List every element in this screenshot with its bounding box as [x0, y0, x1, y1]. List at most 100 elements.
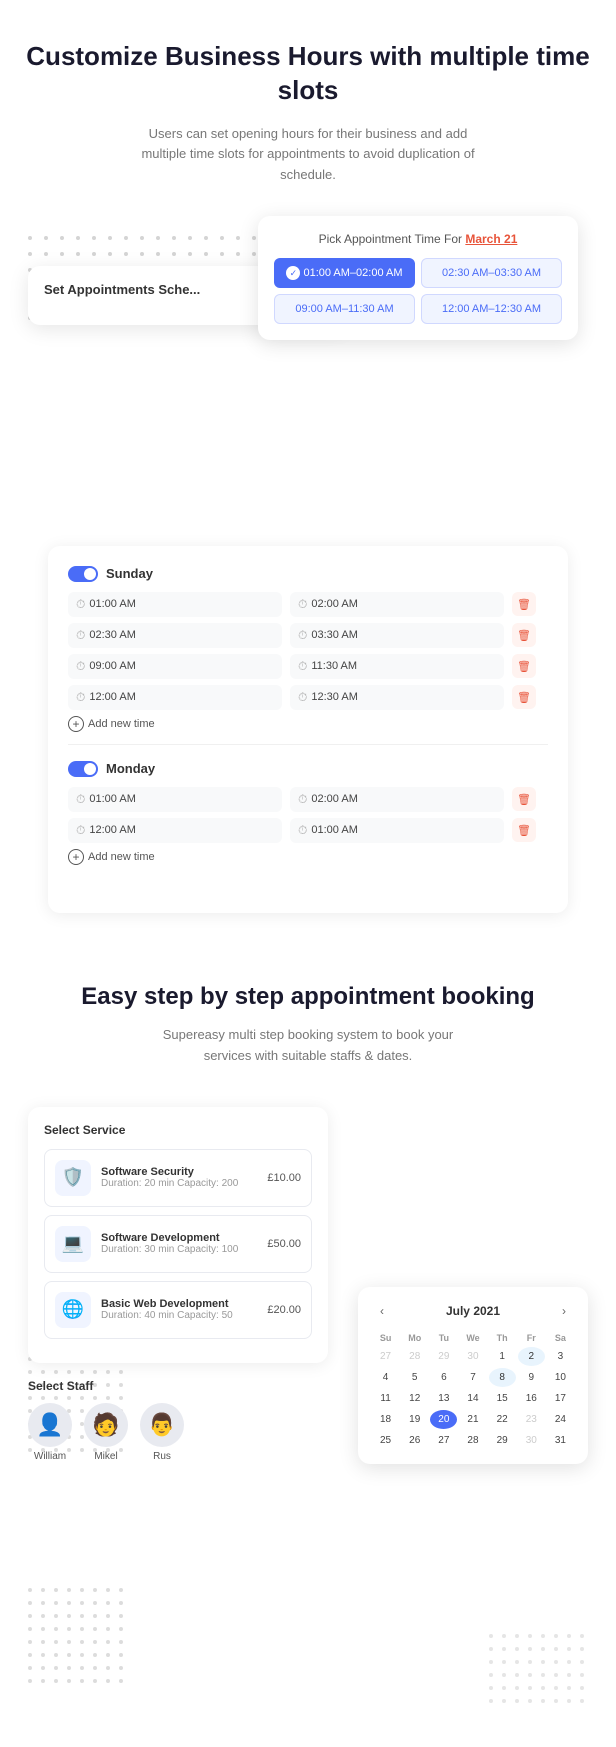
- dots-decoration-bottom: [28, 1588, 127, 1687]
- cal-day[interactable]: 2: [518, 1347, 545, 1366]
- sunday-delete-2[interactable]: 🗑: [512, 623, 536, 647]
- service-name-web: Basic Web Development: [101, 1298, 257, 1310]
- cal-day[interactable]: 28: [459, 1431, 486, 1450]
- cal-day[interactable]: 17: [547, 1389, 574, 1408]
- dow-mo: Mo: [401, 1331, 428, 1345]
- cal-day[interactable]: 21: [459, 1410, 486, 1429]
- cal-day[interactable]: 1: [489, 1347, 516, 1366]
- cal-day[interactable]: 24: [547, 1410, 574, 1429]
- cal-day[interactable]: 3: [547, 1347, 574, 1366]
- clock-icon-8: ⏱: [298, 690, 307, 705]
- cal-day[interactable]: 16: [518, 1389, 545, 1408]
- staff-mikel[interactable]: 🧑 Mikel: [84, 1403, 128, 1462]
- sunday-delete-1[interactable]: 🗑: [512, 592, 536, 616]
- cal-day[interactable]: 11: [372, 1389, 399, 1408]
- service-card: Select Service 🛡️ Software Security Dura…: [28, 1107, 328, 1363]
- sunday-end-2[interactable]: ⏱03:30 AM: [290, 623, 504, 648]
- service-name-dev: Software Development: [101, 1232, 257, 1244]
- time-slot-3[interactable]: 09:00 AM–11:30 AM: [274, 294, 415, 324]
- calendar-prev-button[interactable]: ‹: [372, 1301, 392, 1321]
- cal-day[interactable]: 13: [430, 1389, 457, 1408]
- add-time-label-sunday: Add new time: [88, 718, 155, 730]
- sunday-start-1[interactable]: ⏱01:00 AM: [68, 592, 282, 617]
- service-price-security: £10.00: [267, 1172, 301, 1184]
- cal-day[interactable]: 26: [401, 1431, 428, 1450]
- cal-day[interactable]: 23: [518, 1410, 545, 1429]
- cal-day[interactable]: 27: [372, 1347, 399, 1366]
- sunday-end-4[interactable]: ⏱12:30 AM: [290, 685, 504, 710]
- monday-header: Monday: [68, 761, 548, 777]
- service-price-web: £20.00: [267, 1304, 301, 1316]
- sunday-start-2[interactable]: ⏱02:30 AM: [68, 623, 282, 648]
- cal-day[interactable]: 28: [401, 1347, 428, 1366]
- clock-icon-4: ⏱: [298, 628, 307, 643]
- cal-day[interactable]: 30: [459, 1347, 486, 1366]
- cal-day[interactable]: 6: [430, 1368, 457, 1387]
- time-slot-1[interactable]: ✓01:00 AM–02:00 AM: [274, 258, 415, 288]
- cal-day[interactable]: 29: [430, 1347, 457, 1366]
- calendar-popup: ‹ July 2021 › Su Mo Tu We Th Fr Sa 27 28…: [358, 1287, 588, 1464]
- monday-add-time[interactable]: + Add new time: [68, 849, 548, 865]
- cal-day[interactable]: 30: [518, 1431, 545, 1450]
- cal-day[interactable]: 5: [401, 1368, 428, 1387]
- cal-day[interactable]: 22: [489, 1410, 516, 1429]
- service-meta-security: Duration: 20 min Capacity: 200: [101, 1178, 257, 1189]
- service-name-security: Software Security: [101, 1166, 257, 1178]
- cal-day[interactable]: 25: [372, 1431, 399, 1450]
- cal-day-selected[interactable]: 20: [430, 1410, 457, 1429]
- service-item-dev[interactable]: 💻 Software Development Duration: 30 min …: [44, 1215, 312, 1273]
- clock-icon-11: ⏱: [76, 823, 85, 838]
- appointment-picker-popup: Pick Appointment Time For March 21 ✓01:0…: [258, 216, 578, 340]
- service-info-security: Software Security Duration: 20 min Capac…: [101, 1166, 257, 1189]
- cal-day[interactable]: 15: [489, 1389, 516, 1408]
- sunday-end-3[interactable]: ⏱11:30 AM: [290, 654, 504, 679]
- cal-day[interactable]: 29: [489, 1431, 516, 1450]
- staff-william[interactable]: 👤 William: [28, 1403, 72, 1462]
- time-slot-4[interactable]: 12:00 AM–12:30 AM: [421, 294, 562, 324]
- time-slot-2[interactable]: 02:30 AM–03:30 AM: [421, 258, 562, 288]
- dow-th: Th: [489, 1331, 516, 1345]
- cal-day[interactable]: 10: [547, 1368, 574, 1387]
- clock-icon-2: ⏱: [298, 597, 307, 612]
- cal-day[interactable]: 12: [401, 1389, 428, 1408]
- dow-we: We: [459, 1331, 486, 1345]
- plus-circle-icon-sunday: +: [68, 716, 84, 732]
- cal-day[interactable]: 19: [401, 1410, 428, 1429]
- cal-day[interactable]: 27: [430, 1431, 457, 1450]
- sunday-start-4[interactable]: ⏱12:00 AM: [68, 685, 282, 710]
- sunday-delete-4[interactable]: 🗑: [512, 685, 536, 709]
- sunday-add-time[interactable]: + Add new time: [68, 716, 548, 732]
- service-item-web[interactable]: 🌐 Basic Web Development Duration: 40 min…: [44, 1281, 312, 1339]
- service-item-security[interactable]: 🛡️ Software Security Duration: 20 min Ca…: [44, 1149, 312, 1207]
- staff-rus[interactable]: 👨 Rus: [140, 1403, 184, 1462]
- staff-title: Select Staff: [28, 1379, 328, 1393]
- staff-name-william: William: [34, 1451, 66, 1462]
- staff-section: Select Staff 👤 William 🧑 Mikel 👨 Rus: [28, 1379, 328, 1462]
- sunday-toggle[interactable]: [68, 566, 98, 582]
- monday-delete-1[interactable]: 🗑: [512, 787, 536, 811]
- monday-start-1[interactable]: ⏱01:00 AM: [68, 787, 282, 812]
- monday-section: Monday ⏱01:00 AM ⏱02:00 AM 🗑 ⏱12:00 AM ⏱…: [68, 761, 548, 877]
- monday-toggle[interactable]: [68, 761, 98, 777]
- cal-day[interactable]: 4: [372, 1368, 399, 1387]
- schedule-full-ui: Sunday ⏱01:00 AM ⏱02:00 AM 🗑 ⏱02:30 AM ⏱…: [48, 546, 568, 913]
- time-slots-grid: ✓01:00 AM–02:00 AM 02:30 AM–03:30 AM 09:…: [274, 258, 562, 324]
- cal-day[interactable]: 7: [459, 1368, 486, 1387]
- cal-day[interactable]: 8: [489, 1368, 516, 1387]
- monday-delete-2[interactable]: 🗑: [512, 818, 536, 842]
- cal-day[interactable]: 14: [459, 1389, 486, 1408]
- monday-time-row-1: ⏱01:00 AM ⏱02:00 AM 🗑: [68, 787, 548, 812]
- sunday-start-3[interactable]: ⏱09:00 AM: [68, 654, 282, 679]
- plus-circle-icon-monday: +: [68, 849, 84, 865]
- sunday-end-1[interactable]: ⏱02:00 AM: [290, 592, 504, 617]
- monday-end-2[interactable]: ⏱01:00 AM: [290, 818, 504, 843]
- monday-end-1[interactable]: ⏱02:00 AM: [290, 787, 504, 812]
- calendar-next-button[interactable]: ›: [554, 1301, 574, 1321]
- cal-day[interactable]: 18: [372, 1410, 399, 1429]
- monday-start-2[interactable]: ⏱12:00 AM: [68, 818, 282, 843]
- cal-day[interactable]: 31: [547, 1431, 574, 1450]
- clock-icon-12: ⏱: [298, 823, 307, 838]
- sunday-header: Sunday: [68, 566, 548, 582]
- cal-day[interactable]: 9: [518, 1368, 545, 1387]
- sunday-delete-3[interactable]: 🗑: [512, 654, 536, 678]
